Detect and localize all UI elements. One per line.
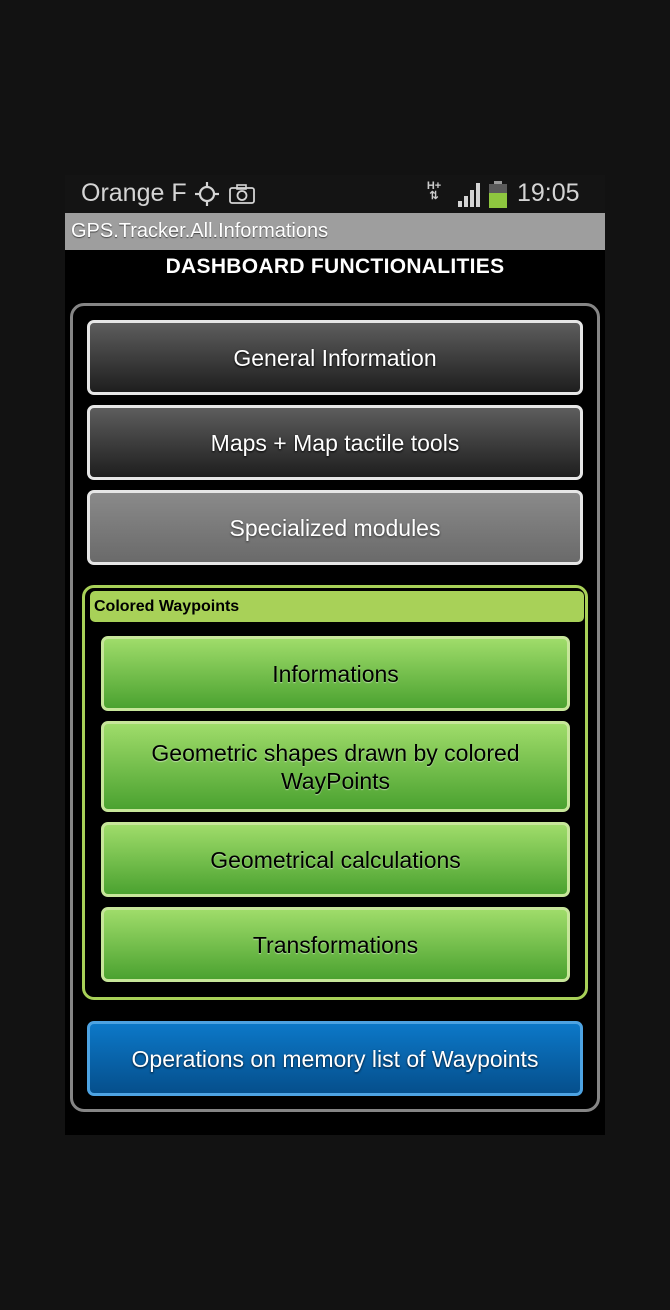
specialized-modules-button[interactable]: Specialized modules	[87, 490, 583, 565]
maps-tools-button[interactable]: Maps + Map tactile tools	[87, 405, 583, 480]
camera-icon	[229, 184, 255, 204]
memory-list-operations-label: Operations on memory list of Waypoints	[131, 1045, 539, 1072]
locate-icon	[195, 182, 219, 206]
geometric-shapes-label: Geometric shapes drawn by colored WayPoi…	[151, 739, 520, 794]
memory-list-operations-button[interactable]: Operations on memory list of Waypoints	[87, 1021, 583, 1096]
status-bar: Orange F H+ ⇅ 19:05	[65, 175, 605, 213]
general-information-label: General Information	[233, 344, 437, 371]
network-type-label: H+	[426, 180, 442, 192]
colored-waypoints-header: Colored Waypoints	[90, 591, 584, 622]
carrier-name: Orange F	[81, 179, 187, 207]
transformations-label: Transformations	[252, 931, 419, 958]
geometrical-calculations-label: Geometrical calculations	[210, 846, 461, 873]
app-title: GPS.Tracker.All.Informations	[71, 220, 329, 242]
waypoints-informations-label: Informations	[272, 660, 399, 687]
geometric-shapes-button[interactable]: Geometric shapes drawn by colored WayPoi…	[101, 721, 570, 812]
signal-icon	[457, 181, 483, 207]
general-information-button[interactable]: General Information	[87, 320, 583, 395]
maps-tools-label: Maps + Map tactile tools	[210, 429, 460, 456]
specialized-modules-label: Specialized modules	[229, 514, 441, 541]
app-title-bar: GPS.Tracker.All.Informations	[65, 213, 605, 250]
transformations-button[interactable]: Transformations	[101, 907, 570, 982]
status-time: 19:05	[517, 179, 580, 207]
phone-screen: Orange F H+ ⇅ 19:05 GPS.Tracker.All.Info…	[65, 175, 605, 1135]
dashboard-heading: DASHBOARD FUNCTIONALITIES	[165, 255, 505, 278]
geometrical-calculations-button[interactable]: Geometrical calculations	[101, 822, 570, 897]
colored-waypoints-title: Colored Waypoints	[94, 598, 240, 615]
hplus-icon: H+ ⇅	[426, 180, 442, 202]
waypoints-informations-button[interactable]: Informations	[101, 636, 570, 711]
battery-icon	[489, 181, 507, 208]
